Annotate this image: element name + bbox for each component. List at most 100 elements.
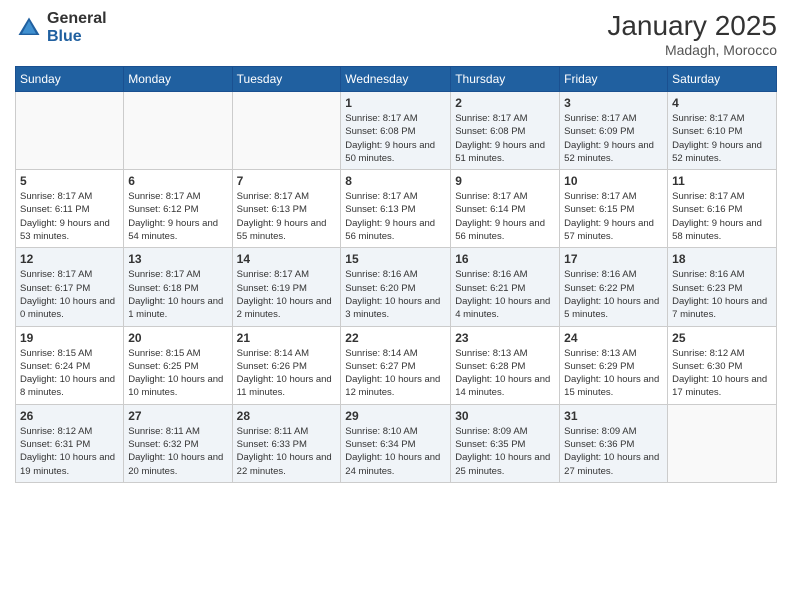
day-number: 6 [128,174,227,188]
day-number: 17 [564,252,663,266]
table-row: 21 Sunrise: 8:14 AMSunset: 6:26 PMDaylig… [232,326,341,404]
day-number: 16 [455,252,555,266]
day-number: 29 [345,409,446,423]
col-thursday: Thursday [451,67,560,92]
day-number: 15 [345,252,446,266]
logo-general-text: General [47,10,107,28]
table-row [232,92,341,170]
day-info: Sunrise: 8:17 AMSunset: 6:14 PMDaylight:… [455,190,555,243]
table-row: 16 Sunrise: 8:16 AMSunset: 6:21 PMDaylig… [451,248,560,326]
day-info: Sunrise: 8:17 AMSunset: 6:17 PMDaylight:… [20,268,119,321]
day-number: 2 [455,96,555,110]
month-title: January 2025 [607,10,777,42]
day-info: Sunrise: 8:16 AMSunset: 6:22 PMDaylight:… [564,268,663,321]
logo-blue-text: Blue [47,28,107,46]
day-number: 1 [345,96,446,110]
table-row: 23 Sunrise: 8:13 AMSunset: 6:28 PMDaylig… [451,326,560,404]
day-info: Sunrise: 8:17 AMSunset: 6:15 PMDaylight:… [564,190,663,243]
logo-icon [15,14,43,42]
day-info: Sunrise: 8:13 AMSunset: 6:29 PMDaylight:… [564,347,663,400]
day-number: 21 [237,331,337,345]
table-row: 17 Sunrise: 8:16 AMSunset: 6:22 PMDaylig… [560,248,668,326]
table-row: 31 Sunrise: 8:09 AMSunset: 6:36 PMDaylig… [560,404,668,482]
day-number: 3 [564,96,663,110]
calendar-table: Sunday Monday Tuesday Wednesday Thursday… [15,66,777,483]
day-number: 19 [20,331,119,345]
day-info: Sunrise: 8:17 AMSunset: 6:08 PMDaylight:… [455,112,555,165]
day-number: 7 [237,174,337,188]
table-row: 2 Sunrise: 8:17 AMSunset: 6:08 PMDayligh… [451,92,560,170]
day-info: Sunrise: 8:17 AMSunset: 6:09 PMDaylight:… [564,112,663,165]
day-number: 28 [237,409,337,423]
table-row: 1 Sunrise: 8:17 AMSunset: 6:08 PMDayligh… [341,92,451,170]
day-info: Sunrise: 8:10 AMSunset: 6:34 PMDaylight:… [345,425,446,478]
table-row [124,92,232,170]
day-info: Sunrise: 8:17 AMSunset: 6:11 PMDaylight:… [20,190,119,243]
day-number: 24 [564,331,663,345]
calendar-week-row: 5 Sunrise: 8:17 AMSunset: 6:11 PMDayligh… [16,170,777,248]
table-row: 7 Sunrise: 8:17 AMSunset: 6:13 PMDayligh… [232,170,341,248]
day-number: 5 [20,174,119,188]
day-info: Sunrise: 8:17 AMSunset: 6:18 PMDaylight:… [128,268,227,321]
day-number: 22 [345,331,446,345]
calendar-week-row: 12 Sunrise: 8:17 AMSunset: 6:17 PMDaylig… [16,248,777,326]
table-row: 28 Sunrise: 8:11 AMSunset: 6:33 PMDaylig… [232,404,341,482]
table-row: 22 Sunrise: 8:14 AMSunset: 6:27 PMDaylig… [341,326,451,404]
col-tuesday: Tuesday [232,67,341,92]
day-number: 20 [128,331,227,345]
day-number: 30 [455,409,555,423]
col-saturday: Saturday [668,67,777,92]
day-info: Sunrise: 8:15 AMSunset: 6:25 PMDaylight:… [128,347,227,400]
col-monday: Monday [124,67,232,92]
table-row: 14 Sunrise: 8:17 AMSunset: 6:19 PMDaylig… [232,248,341,326]
table-row [668,404,777,482]
day-info: Sunrise: 8:12 AMSunset: 6:30 PMDaylight:… [672,347,772,400]
col-friday: Friday [560,67,668,92]
title-area: January 2025 Madagh, Morocco [607,10,777,58]
table-row: 19 Sunrise: 8:15 AMSunset: 6:24 PMDaylig… [16,326,124,404]
day-number: 8 [345,174,446,188]
table-row: 18 Sunrise: 8:16 AMSunset: 6:23 PMDaylig… [668,248,777,326]
table-row: 5 Sunrise: 8:17 AMSunset: 6:11 PMDayligh… [16,170,124,248]
day-number: 11 [672,174,772,188]
day-number: 9 [455,174,555,188]
table-row: 27 Sunrise: 8:11 AMSunset: 6:32 PMDaylig… [124,404,232,482]
day-info: Sunrise: 8:14 AMSunset: 6:26 PMDaylight:… [237,347,337,400]
table-row: 6 Sunrise: 8:17 AMSunset: 6:12 PMDayligh… [124,170,232,248]
day-info: Sunrise: 8:17 AMSunset: 6:19 PMDaylight:… [237,268,337,321]
day-number: 27 [128,409,227,423]
day-number: 13 [128,252,227,266]
calendar-week-row: 19 Sunrise: 8:15 AMSunset: 6:24 PMDaylig… [16,326,777,404]
day-info: Sunrise: 8:16 AMSunset: 6:21 PMDaylight:… [455,268,555,321]
table-row: 10 Sunrise: 8:17 AMSunset: 6:15 PMDaylig… [560,170,668,248]
calendar-week-row: 26 Sunrise: 8:12 AMSunset: 6:31 PMDaylig… [16,404,777,482]
table-row: 3 Sunrise: 8:17 AMSunset: 6:09 PMDayligh… [560,92,668,170]
table-row: 29 Sunrise: 8:10 AMSunset: 6:34 PMDaylig… [341,404,451,482]
day-info: Sunrise: 8:11 AMSunset: 6:32 PMDaylight:… [128,425,227,478]
table-row: 20 Sunrise: 8:15 AMSunset: 6:25 PMDaylig… [124,326,232,404]
table-row: 30 Sunrise: 8:09 AMSunset: 6:35 PMDaylig… [451,404,560,482]
day-info: Sunrise: 8:17 AMSunset: 6:16 PMDaylight:… [672,190,772,243]
day-number: 23 [455,331,555,345]
day-info: Sunrise: 8:16 AMSunset: 6:20 PMDaylight:… [345,268,446,321]
table-row: 26 Sunrise: 8:12 AMSunset: 6:31 PMDaylig… [16,404,124,482]
day-number: 31 [564,409,663,423]
day-info: Sunrise: 8:13 AMSunset: 6:28 PMDaylight:… [455,347,555,400]
day-number: 14 [237,252,337,266]
table-row: 9 Sunrise: 8:17 AMSunset: 6:14 PMDayligh… [451,170,560,248]
table-row: 8 Sunrise: 8:17 AMSunset: 6:13 PMDayligh… [341,170,451,248]
col-wednesday: Wednesday [341,67,451,92]
day-info: Sunrise: 8:12 AMSunset: 6:31 PMDaylight:… [20,425,119,478]
day-info: Sunrise: 8:09 AMSunset: 6:36 PMDaylight:… [564,425,663,478]
location-title: Madagh, Morocco [607,42,777,58]
table-row: 4 Sunrise: 8:17 AMSunset: 6:10 PMDayligh… [668,92,777,170]
day-info: Sunrise: 8:15 AMSunset: 6:24 PMDaylight:… [20,347,119,400]
table-row: 15 Sunrise: 8:16 AMSunset: 6:20 PMDaylig… [341,248,451,326]
day-info: Sunrise: 8:17 AMSunset: 6:13 PMDaylight:… [237,190,337,243]
logo: General Blue [15,10,107,45]
table-row: 25 Sunrise: 8:12 AMSunset: 6:30 PMDaylig… [668,326,777,404]
table-row [16,92,124,170]
table-row: 24 Sunrise: 8:13 AMSunset: 6:29 PMDaylig… [560,326,668,404]
day-info: Sunrise: 8:17 AMSunset: 6:08 PMDaylight:… [345,112,446,165]
day-info: Sunrise: 8:11 AMSunset: 6:33 PMDaylight:… [237,425,337,478]
